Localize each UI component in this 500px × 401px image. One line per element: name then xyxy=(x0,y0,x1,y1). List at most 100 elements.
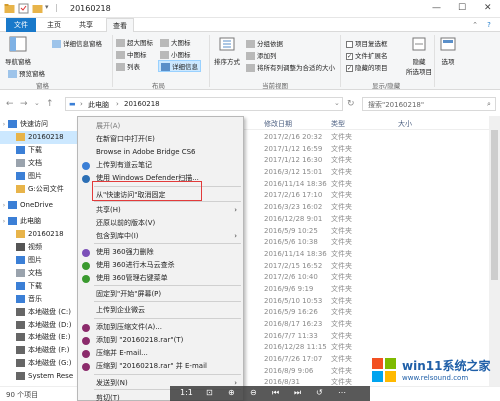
sidebar-item[interactable]: 图片 xyxy=(0,254,78,267)
table-row[interactable]: 2016/5/10 10:53 文件夹 xyxy=(242,296,500,308)
sidebar-item[interactable]: › 快速访问 xyxy=(0,118,78,131)
fit-columns-button[interactable]: 将所有列调整为合适的大小 xyxy=(246,62,335,72)
layout-list[interactable]: 列表 xyxy=(116,61,140,71)
sort-by-button[interactable]: 排序方式 xyxy=(212,36,242,66)
table-row[interactable]: 2016/7/7 11:33 文件夹 xyxy=(242,331,500,343)
collapse-ribbon-icon[interactable]: ⌃ xyxy=(470,18,480,32)
context-menu-item[interactable]: 还原以前的版本(V) xyxy=(78,218,243,229)
fit-screen-icon[interactable]: ⊡ xyxy=(206,388,213,397)
sidebar-item[interactable]: 本地磁盘 (C:) xyxy=(0,306,78,319)
sidebar-item[interactable]: G:公司文件 xyxy=(0,183,78,196)
table-row[interactable]: 2016/11/14 18:36 文件夹 xyxy=(242,249,500,261)
context-menu-item[interactable]: 包含到库中(I) › xyxy=(78,231,243,242)
search-input[interactable]: 搜索"20160218" ⌕ xyxy=(362,97,496,111)
context-menu-item[interactable]: 固定到"开始"屏幕(P) xyxy=(78,289,243,300)
sidebar-item[interactable]: 本地磁盘 (F:) xyxy=(0,344,78,357)
file-extensions-toggle[interactable]: 文件扩展名 xyxy=(346,50,388,60)
table-row[interactable]: 2016/3/23 16:02 文件夹 xyxy=(242,202,500,214)
sidebar-item[interactable]: 文档 xyxy=(0,267,78,280)
context-menu-item[interactable]: 使用 360管理右键菜单 xyxy=(78,273,243,284)
layout-medium[interactable]: 中图标 xyxy=(116,49,147,59)
layout-details[interactable]: 详细信息 xyxy=(158,60,201,72)
hidden-items-toggle[interactable]: 隐藏的项目 xyxy=(346,62,388,72)
nav-pane-button[interactable]: 导航窗格 xyxy=(4,36,32,66)
sidebar-item[interactable]: › OneDrive xyxy=(0,199,78,212)
context-menu-item[interactable]: Browse in Adobe Bridge CS6 xyxy=(78,147,243,158)
expand-chevron-icon[interactable]: › xyxy=(0,215,8,228)
table-row[interactable]: 2016/11/14 18:36 文件夹 xyxy=(242,179,500,191)
help-icon[interactable]: ? xyxy=(484,18,494,32)
table-row[interactable]: 2016/3/12 15:01 文件夹 xyxy=(242,167,500,179)
sidebar-item[interactable]: 图片 xyxy=(0,170,78,183)
vertical-scrollbar[interactable] xyxy=(489,116,500,386)
table-row[interactable]: 2017/2/15 16:52 文件夹 xyxy=(242,261,500,273)
address-field[interactable]: ▬ › 此电脑 › 20160218 xyxy=(65,97,343,111)
column-header-type[interactable]: 类型 xyxy=(331,119,345,129)
expand-chevron-icon[interactable]: › xyxy=(0,118,8,131)
sidebar-item[interactable]: 下载 xyxy=(0,144,78,157)
sidebar-item[interactable]: 20160218 xyxy=(0,130,78,144)
table-row[interactable]: 2017/2/16 20:32 文件夹 xyxy=(242,132,500,144)
options-button[interactable]: 选项 xyxy=(436,36,460,66)
zoom-in-icon[interactable]: ⊕ xyxy=(228,388,235,397)
layout-extra-large[interactable]: 超大图标 xyxy=(116,37,153,47)
expand-chevron-icon[interactable]: › xyxy=(0,199,8,212)
table-row[interactable]: 2017/2/16 17:10 文件夹 xyxy=(242,190,500,202)
next-icon[interactable]: ⏭ xyxy=(294,388,301,398)
table-row[interactable]: 2016/8/17 16:23 文件夹 xyxy=(242,319,500,331)
more-icon[interactable]: ⋯ xyxy=(338,388,346,397)
previous-icon[interactable]: ⏮ xyxy=(272,388,279,398)
add-column-button[interactable]: 添加列 xyxy=(246,50,277,60)
context-menu-item[interactable]: 压缩到 "20160218.rar" 并 E-mail xyxy=(78,361,243,372)
tab-home[interactable]: 主页 xyxy=(40,18,68,32)
address-dropdown-icon[interactable]: ⌄ xyxy=(334,99,340,107)
zoom-ratio[interactable]: 1:1 xyxy=(180,388,193,397)
preview-pane-button[interactable]: 预览窗格 xyxy=(8,68,45,78)
sidebar-item[interactable]: 视频 xyxy=(0,241,78,254)
context-menu-item[interactable]: 添加到压缩文件(A)... xyxy=(78,322,243,333)
rotate-icon[interactable]: ↺ xyxy=(316,388,323,397)
zoom-out-icon[interactable]: ⊖ xyxy=(250,388,257,397)
properties-icon[interactable] xyxy=(18,3,29,14)
minimize-icon[interactable]: — xyxy=(432,3,441,13)
layout-large[interactable]: 大图标 xyxy=(160,37,191,47)
table-row[interactable]: 2017/2/6 10:40 文件夹 xyxy=(242,272,500,284)
forward-icon[interactable]: → xyxy=(20,99,28,109)
sidebar-item[interactable]: 文档 xyxy=(0,157,78,170)
sidebar-item[interactable]: 音乐 xyxy=(0,293,78,306)
table-row[interactable]: 2016/5/9 10:25 文件夹 xyxy=(242,226,500,238)
context-menu-item[interactable]: 共享(H) › xyxy=(78,205,243,216)
back-icon[interactable]: ← xyxy=(6,99,14,109)
context-menu-item[interactable]: 上传到企业微云 xyxy=(78,305,243,316)
context-menu-item[interactable]: 压缩并 E-mail... xyxy=(78,348,243,359)
tab-view[interactable]: 查看 xyxy=(106,18,134,32)
new-folder-icon[interactable] xyxy=(32,3,43,14)
sidebar-item[interactable]: 本地磁盘 (D:) xyxy=(0,319,78,332)
item-checkboxes-toggle[interactable]: 项目复选框 xyxy=(346,38,388,48)
breadcrumb-this-pc[interactable]: 此电脑 xyxy=(88,100,109,110)
sidebar-item[interactable]: 下载 xyxy=(0,280,78,293)
table-row[interactable]: 2016/5/9 16:26 文件夹 xyxy=(242,307,500,319)
table-row[interactable]: 2017/1/12 16:59 文件夹 xyxy=(242,144,500,156)
hide-selected-button[interactable]: 隐藏 所选项目 xyxy=(404,36,434,76)
sidebar-item[interactable]: 本地磁盘 (G:) xyxy=(0,357,78,370)
sidebar-item[interactable]: › 此电脑 xyxy=(0,215,78,228)
maximize-icon[interactable]: ☐ xyxy=(458,3,466,13)
up-icon[interactable]: ↑ xyxy=(46,99,54,109)
table-row[interactable]: 2016/12/28 9:01 文件夹 xyxy=(242,214,500,226)
sidebar-item[interactable]: System Rese xyxy=(0,370,78,383)
layout-small[interactable]: 小图标 xyxy=(160,49,191,59)
table-row[interactable]: 2016/9/6 9:19 文件夹 xyxy=(242,284,500,296)
table-row[interactable]: 2017/1/12 16:30 文件夹 xyxy=(242,155,500,167)
context-menu-item[interactable]: 使用 360强力删除 xyxy=(78,247,243,258)
scrollbar-thumb[interactable] xyxy=(491,130,498,280)
column-header-date[interactable]: 修改日期 xyxy=(264,119,292,129)
details-pane-button[interactable]: 详细信息窗格 xyxy=(52,38,102,48)
group-by-button[interactable]: 分组依据 xyxy=(246,38,283,48)
context-menu-item[interactable]: 上传到有道云笔记 xyxy=(78,160,243,171)
recent-locations-icon[interactable]: ⌄ xyxy=(34,99,40,107)
tab-file[interactable]: 文件 xyxy=(6,18,36,32)
sidebar-item[interactable]: 20160218 xyxy=(0,228,78,241)
table-row[interactable]: 2016/5/6 10:38 文件夹 xyxy=(242,237,500,249)
tab-share[interactable]: 共享 xyxy=(72,18,100,32)
